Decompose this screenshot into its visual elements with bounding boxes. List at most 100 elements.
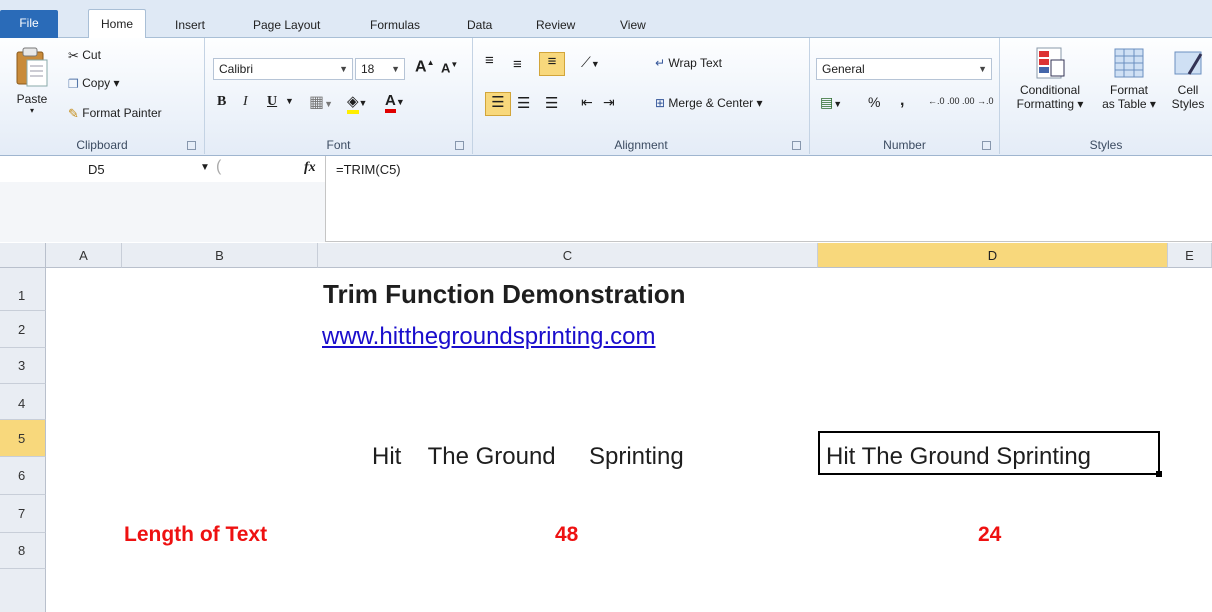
cell-c2-link[interactable]: www.hitthegroundsprinting.com (322, 323, 656, 351)
column-header-a[interactable]: A (46, 243, 122, 268)
conditional-formatting-icon (1036, 47, 1065, 79)
borders-button[interactable]: ▦▼ (309, 92, 333, 112)
align-center-button[interactable]: ☰ (517, 94, 530, 112)
column-header-e[interactable]: E (1168, 243, 1212, 268)
tab-formulas[interactable]: Formulas (370, 14, 420, 38)
align-top-button[interactable]: ≡ (485, 52, 494, 69)
paintbrush-icon: ✎ (68, 106, 79, 121)
increase-indent-button[interactable]: ⇥ (603, 94, 615, 111)
paint-bucket-icon: ◈ (347, 93, 359, 114)
number-format-dropdown[interactable]: General ▼ (816, 58, 992, 80)
conditional-formatting-label-2: Formatting ▾ (1016, 97, 1084, 111)
increase-decimal-button[interactable]: ←.0 .00 (928, 96, 960, 106)
formula-input[interactable]: =TRIM(C5) (336, 160, 401, 180)
align-center-icon: ☰ (517, 95, 531, 112)
fill-handle[interactable] (1156, 471, 1162, 477)
row-header-6[interactable]: 6 (0, 457, 46, 495)
row-header-3[interactable]: 3 (0, 348, 46, 384)
cell-styles-button[interactable]: Cell Styles (1166, 46, 1210, 111)
number-dialog-launcher[interactable] (982, 141, 991, 150)
formula-bar-divider (325, 156, 326, 242)
column-header-d[interactable]: D (818, 243, 1168, 268)
copy-dropdown-arrow[interactable]: ▾ (113, 76, 119, 90)
conditional-formatting-label-1: Conditional (1019, 83, 1081, 97)
merge-center-label: Merge & Center (668, 96, 754, 110)
cell-styles-label-2: Styles (1171, 97, 1205, 111)
row-header-2[interactable]: 2 (0, 311, 46, 348)
decrease-indent-button[interactable]: ⇤ (581, 94, 593, 111)
tab-view[interactable]: View (620, 14, 646, 38)
row-header-8[interactable]: 8 (0, 533, 46, 569)
decrease-decimal-button[interactable]: .00 →.0 (962, 96, 994, 106)
font-color-button[interactable]: A▼ (385, 92, 405, 113)
insert-function-button[interactable]: fx (304, 160, 316, 176)
clipboard-dialog-launcher[interactable] (187, 141, 196, 150)
cell-d7[interactable]: 24 (978, 523, 1001, 547)
column-header-c[interactable]: C (318, 243, 818, 268)
orientation-button[interactable]: ⟋▼ (581, 54, 600, 71)
formula-bar-left-area (0, 182, 325, 242)
tab-data[interactable]: Data (467, 14, 492, 38)
align-left-button[interactable]: ☰ (485, 92, 511, 116)
alignment-dialog-launcher[interactable] (792, 141, 801, 150)
percent-style-button[interactable]: % (868, 94, 880, 110)
comma-style-button[interactable]: , (900, 92, 904, 110)
font-group-label: Font (326, 138, 351, 152)
paste-button[interactable]: Paste ▾ (6, 44, 58, 134)
ribbon-tab-bar: File Home Insert Page Layout Formulas Da… (0, 0, 1212, 39)
row-header-7[interactable]: 7 (0, 495, 46, 533)
formula-bar: D5 ▼ ( fx =TRIM(C5) (0, 156, 1212, 242)
cell-styles-label-1: Cell (1177, 83, 1199, 97)
tab-page-layout[interactable]: Page Layout (253, 14, 320, 38)
borders-icon: ▦ (309, 94, 325, 111)
conditional-formatting-button[interactable]: Conditional Formatting ▾ (1008, 46, 1092, 111)
number-group: General ▼ ▤▼ % , ←.0 .00 .00 →.0 Number (810, 38, 1000, 154)
tab-file[interactable]: File (0, 10, 58, 38)
formula-bar-resize-handle[interactable]: ( (216, 158, 221, 176)
styles-group-label: Styles (1089, 138, 1123, 152)
row-header-9[interactable] (0, 569, 46, 612)
align-middle-button[interactable]: ≡ (513, 56, 522, 73)
copy-button[interactable]: ❐ Copy ▾ (68, 76, 120, 91)
tab-review[interactable]: Review (536, 14, 575, 38)
merge-dropdown-arrow[interactable]: ▾ (756, 96, 762, 110)
wrap-text-button[interactable]: ↵ Wrap Text (655, 56, 722, 70)
underline-button[interactable]: U (267, 94, 277, 110)
merge-center-button[interactable]: ⊞ Merge & Center ▾ (655, 96, 762, 110)
align-bottom-button[interactable]: ≡ (539, 52, 565, 76)
font-name-dropdown[interactable]: Calibri ▼ (213, 58, 353, 80)
column-header-b[interactable]: B (122, 243, 318, 268)
font-size-value: 18 (361, 62, 375, 76)
paste-dropdown-arrow[interactable]: ▾ (6, 106, 58, 115)
fill-color-button[interactable]: ◈▼ (347, 92, 367, 114)
bold-button[interactable]: B (217, 94, 226, 110)
underline-dropdown-arrow[interactable]: ▼ (285, 96, 294, 106)
row-header-1[interactable]: 1 (0, 268, 46, 311)
cell-c7[interactable]: 48 (555, 523, 578, 547)
row-header-5[interactable]: 5 (0, 420, 46, 457)
accounting-format-button[interactable]: ▤▼ (820, 94, 842, 111)
grow-font-icon: A (415, 58, 427, 76)
name-box-dropdown[interactable]: ▼ (200, 162, 210, 173)
font-size-dropdown[interactable]: 18 ▼ (355, 58, 405, 80)
font-group: Calibri ▼ 18 ▼ A▲ A▼ B I U ▼ ▦▼ ◈▼ A▼ Font (205, 38, 473, 154)
select-all-button[interactable] (0, 243, 46, 268)
tab-home[interactable]: Home (88, 9, 147, 39)
font-dialog-launcher[interactable] (455, 141, 464, 150)
wrap-text-label: Wrap Text (668, 56, 722, 70)
align-right-button[interactable]: ☰ (545, 94, 558, 112)
cell-c5[interactable]: Hit The Ground Sprinting (372, 443, 684, 471)
cell-b7[interactable]: Length of Text (124, 523, 267, 547)
cell-c1[interactable]: Trim Function Demonstration (323, 279, 686, 310)
format-as-table-button[interactable]: Format as Table ▾ (1096, 46, 1162, 111)
cut-button[interactable]: ✂ Cut (68, 48, 101, 64)
format-painter-button[interactable]: ✎ Format Painter (68, 106, 162, 122)
shrink-font-button[interactable]: A▼ (441, 60, 458, 75)
italic-button[interactable]: I (243, 94, 248, 110)
cut-label: Cut (82, 48, 101, 63)
alignment-group: ≡ ≡ ≡ ⟋▼ ☰ ☰ ☰ ⇤ ⇥ ↵ Wrap Text ⊞ Merge &… (473, 38, 810, 154)
row-header-4[interactable]: 4 (0, 384, 46, 420)
tab-insert[interactable]: Insert (175, 14, 205, 38)
copy-label: Copy (82, 76, 111, 90)
grow-font-button[interactable]: A▲ (415, 58, 434, 76)
